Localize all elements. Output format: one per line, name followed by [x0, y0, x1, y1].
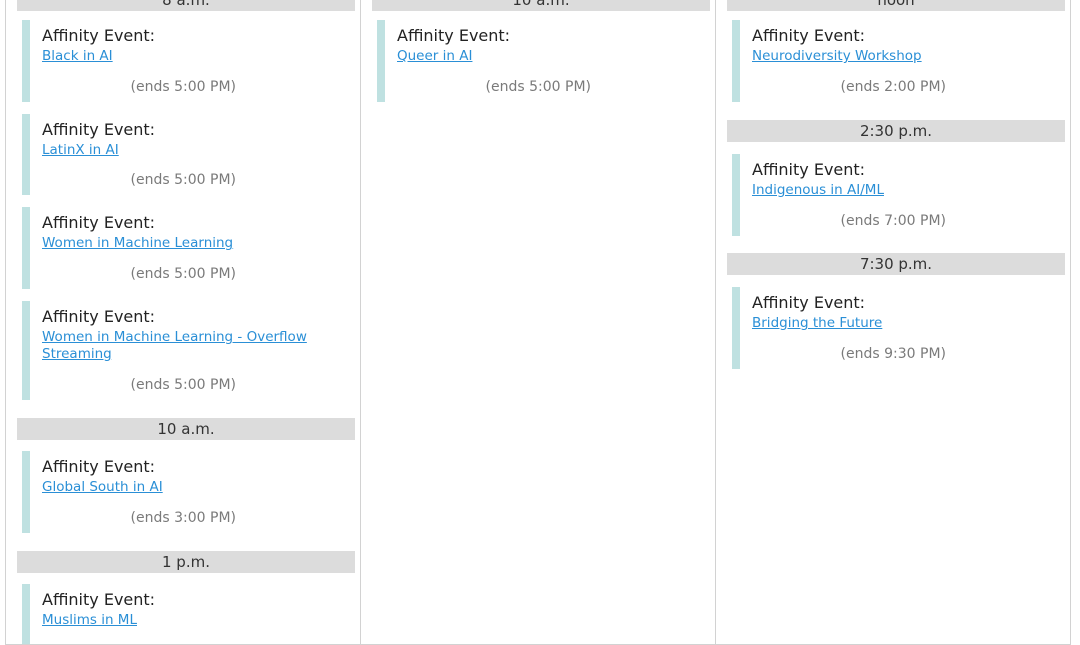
event-end-time: (ends 3:00 PM) — [130, 510, 236, 526]
time-header: 1 p.m. — [17, 551, 355, 573]
event-card: Affinity Event: Muslims in ML — [22, 584, 348, 644]
event-end-time: (ends 5:00 PM) — [130, 79, 236, 95]
event-end-time: (ends 5:00 PM) — [130, 377, 236, 393]
event-end-time: (ends 2:00 PM) — [840, 79, 946, 95]
event-card: Affinity Event: LatinX in AI (ends 5:00 … — [22, 114, 348, 195]
event-type-label: Affinity Event: — [42, 120, 156, 139]
event-end-time: (ends 5:00 PM) — [130, 172, 236, 188]
time-header: 10 a.m. — [372, 0, 710, 11]
event-title-link[interactable]: Bridging the Future — [752, 315, 1042, 332]
event-type-label: Affinity Event: — [752, 26, 866, 45]
event-end-time: (ends 5:00 PM) — [485, 79, 591, 95]
event-title-link[interactable]: Women in Machine Learning - Overflow Str… — [42, 329, 332, 363]
event-title-link[interactable]: Black in AI — [42, 48, 332, 65]
event-type-label: Affinity Event: — [42, 590, 156, 609]
event-card: Affinity Event: Indigenous in AI/ML (end… — [732, 154, 1058, 236]
schedule-column-3: noon Affinity Event: Neurodiversity Work… — [715, 0, 1071, 645]
event-type-label: Affinity Event: — [42, 26, 156, 45]
event-type-label: Affinity Event: — [42, 213, 156, 232]
event-type-label: Affinity Event: — [752, 160, 866, 179]
schedule-column-2: 10 a.m. Affinity Event: Queer in AI (end… — [360, 0, 716, 645]
event-title-link[interactable]: Neurodiversity Workshop — [752, 48, 1042, 65]
event-card: Affinity Event: Bridging the Future (end… — [732, 287, 1058, 369]
event-card: Affinity Event: Women in Machine Learnin… — [22, 301, 348, 400]
event-title-link[interactable]: Women in Machine Learning — [42, 235, 332, 252]
event-title-link[interactable]: Global South in AI — [42, 479, 332, 496]
schedule-column-1: 8 a.m. Affinity Event: Black in AI (ends… — [5, 0, 361, 645]
event-title-link[interactable]: Indigenous in AI/ML — [752, 182, 1042, 199]
event-card: Affinity Event: Women in Machine Learnin… — [22, 207, 348, 289]
schedule-grid: 8 a.m. Affinity Event: Black in AI (ends… — [5, 0, 1073, 645]
event-card: Affinity Event: Queer in AI (ends 5:00 P… — [377, 20, 703, 102]
event-title-link[interactable]: LatinX in AI — [42, 142, 332, 159]
time-header: 8 a.m. — [17, 0, 355, 11]
time-header: 7:30 p.m. — [727, 253, 1065, 275]
event-card: Affinity Event: Neurodiversity Workshop … — [732, 20, 1058, 102]
event-type-label: Affinity Event: — [42, 457, 156, 476]
time-header: 10 a.m. — [17, 418, 355, 440]
time-header: noon — [727, 0, 1065, 11]
event-title-link[interactable]: Muslims in ML — [42, 612, 332, 629]
event-title-link[interactable]: Queer in AI — [397, 48, 687, 65]
event-end-time: (ends 7:00 PM) — [840, 213, 946, 229]
event-type-label: Affinity Event: — [752, 293, 866, 312]
event-end-time: (ends 5:00 PM) — [130, 266, 236, 282]
event-type-label: Affinity Event: — [42, 307, 156, 326]
event-card: Affinity Event: Black in AI (ends 5:00 P… — [22, 20, 348, 102]
event-type-label: Affinity Event: — [397, 26, 511, 45]
event-card: Affinity Event: Global South in AI (ends… — [22, 451, 348, 533]
time-header: 2:30 p.m. — [727, 120, 1065, 142]
event-end-time: (ends 9:30 PM) — [840, 346, 946, 362]
